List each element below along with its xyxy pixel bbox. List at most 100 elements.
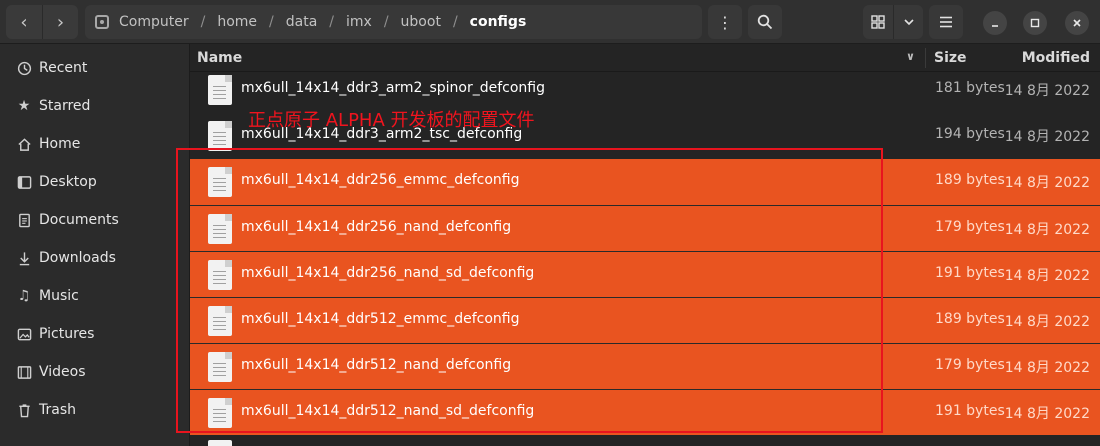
file-name: mx6ull_14x14_ddr512_nand_defconfig (241, 357, 512, 373)
file-size: 179 bytes (935, 219, 1005, 235)
sidebar-item-label: Starred (39, 98, 91, 114)
sidebar-item-label: Desktop (39, 174, 97, 190)
sidebar: Recent ★ Starred Home Desktop Documents … (0, 44, 190, 446)
navigation-buttons: ‹ › (6, 5, 78, 39)
file-size: 189 bytes (935, 311, 1005, 327)
text-file-icon (208, 75, 232, 105)
vertical-dots-icon: ⋮ (717, 12, 733, 32)
file-modified: 14 8月 2022 (1004, 83, 1090, 99)
file-name: mx6ull_14x14_ddr512_nand_sd_defconfig (241, 403, 535, 419)
file-name: mx6ull_14x14_ddr256_nand_sd_defconfig (241, 265, 535, 281)
download-icon (16, 250, 32, 266)
music-icon: ♫ (17, 288, 31, 304)
text-file-icon (208, 214, 232, 244)
sidebar-item-downloads[interactable]: Downloads (0, 239, 190, 277)
sidebar-item-recent[interactable]: Recent (0, 49, 190, 87)
home-icon (16, 136, 32, 152)
breadcrumb-home[interactable]: home (215, 14, 259, 30)
minimize-button[interactable] (983, 11, 1007, 35)
chevron-right-icon[interactable]: › (42, 5, 78, 39)
annotation-text: 正点原子 ALPHA 开发板的配置文件 (248, 110, 535, 131)
sidebar-item-home[interactable]: Home (0, 125, 190, 163)
view-toggle (863, 5, 923, 39)
sidebar-item-label: Downloads (39, 250, 116, 266)
maximize-icon (1030, 18, 1040, 28)
file-list: Name ∨ Size Modified mx6ull_14x14_ddr3_a… (190, 44, 1100, 446)
file-name: mx6ull_14x14_ddr3_arm2_spinor_defconfig (241, 80, 546, 96)
file-row-selected[interactable]: mx6ull_14x14_ddr512_nand_sd_defconfig 19… (190, 389, 1100, 435)
more-options-button[interactable]: ⋮ (708, 5, 742, 39)
pictures-icon (16, 326, 32, 342)
header-bar: ‹ › Computer / home / data / imx / uboot… (0, 0, 1100, 44)
file-name: mx6ull_14x14_ddr256_emmc_defconfig (241, 172, 520, 188)
text-file-icon (208, 440, 232, 446)
main-menu-button[interactable] (929, 5, 963, 39)
minimize-icon (992, 25, 998, 27)
chevron-left-icon[interactable]: ‹ (6, 5, 42, 39)
sidebar-item-desktop[interactable]: Desktop (0, 163, 190, 201)
text-file-icon (208, 121, 232, 151)
file-size: 191 bytes (935, 403, 1005, 419)
sidebar-item-label: Pictures (39, 326, 95, 342)
sidebar-item-label: Home (39, 136, 81, 152)
sidebar-item-label: Recent (39, 60, 88, 76)
file-row-selected[interactable]: mx6ull_14x14_ddr256_nand_sd_defconfig 19… (190, 251, 1100, 297)
file-size: 189 bytes (935, 172, 1005, 188)
file-modified: 14 8月 2022 (1004, 406, 1090, 422)
sidebar-item-videos[interactable]: Videos (0, 353, 190, 391)
maximize-button[interactable] (1023, 11, 1047, 35)
file-modified: 14 8月 2022 (1004, 222, 1090, 238)
breadcrumb-imx[interactable]: imx (344, 14, 374, 30)
file-row-selected[interactable]: mx6ull_14x14_ddr256_nand_defconfig 179 b… (190, 205, 1100, 251)
search-button[interactable] (748, 5, 782, 39)
clock-icon (16, 60, 32, 76)
sidebar-item-trash[interactable]: Trash (0, 391, 190, 429)
text-file-icon (208, 260, 232, 290)
file-name: mx6ull_14x14_ddr512_emmc_defconfig (241, 311, 520, 327)
sidebar-item-label: Trash (39, 402, 76, 418)
chevron-down-icon[interactable] (893, 5, 923, 39)
sidebar-item-starred[interactable]: ★ Starred (0, 87, 190, 125)
file-row-selected[interactable]: mx6ull_14x14_ddr256_emmc_defconfig 189 b… (190, 159, 1100, 205)
file-modified: 14 8月 2022 (1004, 268, 1090, 284)
breadcrumb-computer[interactable]: Computer (117, 14, 191, 30)
text-file-icon (208, 167, 232, 197)
file-modified: 14 8月 2022 (1004, 129, 1090, 145)
column-name-header[interactable]: Name (197, 50, 242, 66)
search-icon (757, 14, 773, 30)
text-file-icon (208, 306, 232, 336)
sidebar-item-documents[interactable]: Documents (0, 201, 190, 239)
file-row-selected[interactable]: mx6ull_14x14_ddr512_emmc_defconfig 189 b… (190, 297, 1100, 343)
file-size: 191 bytes (935, 265, 1005, 281)
grid-view-icon[interactable] (863, 5, 893, 39)
file-name: mx6ull_14x14_ddr256_nand_defconfig (241, 219, 512, 235)
breadcrumb-configs[interactable]: configs (468, 14, 529, 30)
file-size: 179 bytes (935, 357, 1005, 373)
star-icon: ★ (17, 98, 31, 114)
close-button[interactable] (1065, 11, 1089, 35)
desktop-icon (16, 174, 32, 190)
close-icon (1073, 19, 1081, 27)
sort-descending-icon[interactable]: ∨ (906, 50, 915, 63)
sidebar-item-pictures[interactable]: Pictures (0, 315, 190, 353)
trash-icon (16, 402, 32, 418)
sidebar-item-label: Videos (39, 364, 86, 380)
disk-icon (95, 15, 109, 29)
file-modified: 14 8月 2022 (1004, 360, 1090, 376)
sidebar-item-label: Music (39, 288, 79, 304)
text-file-icon (208, 352, 232, 382)
sidebar-item-music[interactable]: ♫ Music (0, 277, 190, 315)
column-modified-header[interactable]: Modified (1022, 50, 1090, 66)
file-modified: 14 8月 2022 (1004, 314, 1090, 330)
file-row-selected[interactable]: mx6ull_14x14_ddr512_nand_defconfig 179 b… (190, 343, 1100, 389)
video-icon (16, 364, 32, 380)
document-icon (16, 212, 32, 228)
file-size: 181 bytes (935, 80, 1005, 96)
breadcrumb-data[interactable]: data (284, 14, 320, 30)
breadcrumb: Computer / home / data / imx / uboot / c… (85, 5, 702, 39)
text-file-icon (208, 398, 232, 428)
sidebar-item-label: Documents (39, 212, 119, 228)
breadcrumb-uboot[interactable]: uboot (399, 14, 443, 30)
column-size-header[interactable]: Size (934, 50, 967, 66)
file-size: 194 bytes (935, 126, 1005, 142)
